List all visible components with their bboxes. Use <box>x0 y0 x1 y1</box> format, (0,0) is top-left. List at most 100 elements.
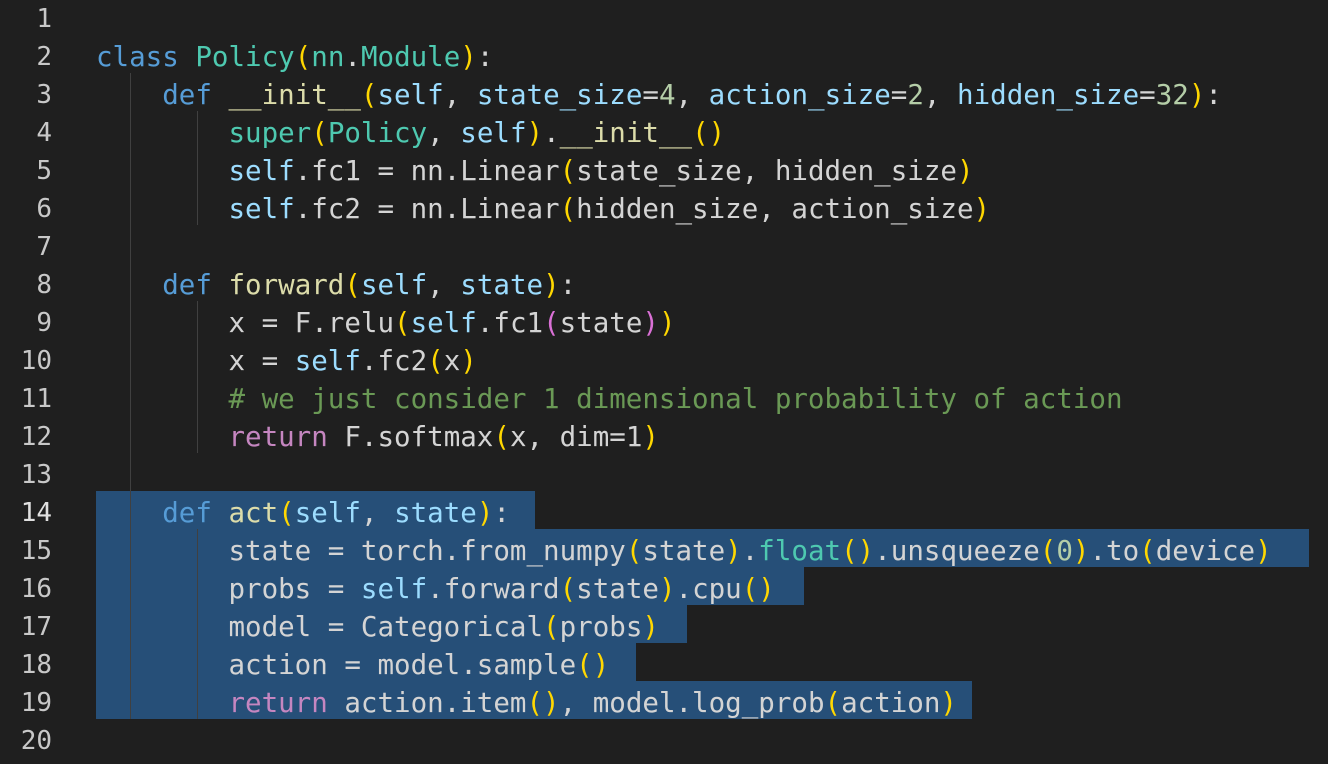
code-text[interactable]: probs = self.forward(state).cpu() <box>96 570 775 608</box>
code-token: () <box>692 117 726 149</box>
code-token: , <box>427 269 461 301</box>
code-text[interactable]: self.fc2 = nn.Linear(hidden_size, action… <box>96 190 990 228</box>
code-token: 4 <box>658 79 676 111</box>
code-token: ) <box>725 535 742 567</box>
code-line[interactable]: 16 probs = self.forward(state).cpu() <box>0 570 1328 608</box>
code-line[interactable]: 5 self.fc1 = nn.Linear(state_size, hidde… <box>0 152 1328 190</box>
code-text[interactable]: def __init__(self, state_size=4, action_… <box>96 76 1222 114</box>
code-token: , <box>675 79 709 111</box>
code-text[interactable]: action = model.sample() <box>96 646 609 684</box>
code-line[interactable]: 4 super(Policy, self).__init__() <box>0 114 1328 152</box>
code-line[interactable]: 6 self.fc2 = nn.Linear(hidden_size, acti… <box>0 190 1328 228</box>
code-token: ) <box>658 573 676 605</box>
code-line[interactable]: 14 def act(self, state): <box>0 494 1328 532</box>
line-number: 1 <box>36 4 52 34</box>
code-token: __init__ <box>228 79 361 111</box>
code-text[interactable]: model = Categorical(probs) <box>96 608 659 646</box>
code-token: ( <box>543 611 560 643</box>
code-token: state <box>460 269 544 301</box>
code-token: .forward <box>427 573 560 605</box>
code-token: # we just consider 1 dimensional probabi… <box>228 383 1123 415</box>
code-token: . <box>344 41 361 73</box>
code-token: ( <box>1139 535 1156 567</box>
code-token: , <box>923 79 958 111</box>
code-text[interactable]: class Policy(nn.Module): <box>96 38 493 76</box>
code-line[interactable]: 12 return F.softmax(x, dim=1) <box>0 418 1328 456</box>
line-number: 18 <box>20 650 52 680</box>
code-token: forward <box>228 269 345 301</box>
code-line[interactable]: 18 action = model.sample() <box>0 646 1328 684</box>
code-token: class <box>96 41 179 73</box>
code-line[interactable]: 11 # we just consider 1 dimensional prob… <box>0 380 1328 418</box>
code-line[interactable]: 7 <box>0 228 1328 266</box>
code-token: x, dim=1 <box>509 421 643 453</box>
line-number: 3 <box>36 80 52 110</box>
code-token: , <box>360 497 395 529</box>
code-token: def <box>162 497 212 529</box>
code-line[interactable]: 20 <box>0 722 1328 760</box>
code-text[interactable]: x = self.fc2(x) <box>96 342 476 380</box>
code-token: state = torch.from_numpy <box>228 535 626 567</box>
line-number: 5 <box>36 156 52 186</box>
code-token: ) <box>973 193 991 225</box>
code-token: ( <box>625 535 643 567</box>
code-line[interactable]: 9 x = F.relu(self.fc1(state)) <box>0 304 1328 342</box>
code-text[interactable]: self.fc1 = nn.Linear(state_size, hidden_… <box>96 152 973 190</box>
code-token: hidden_size <box>957 79 1140 111</box>
code-token: action = model.sample <box>228 649 577 681</box>
code-line[interactable]: 2 class Policy(nn.Module): <box>0 38 1328 76</box>
code-token: ) <box>642 611 659 643</box>
code-line[interactable]: 13 <box>0 456 1328 494</box>
code-text[interactable]: x = F.relu(self.fc1(state)) <box>96 304 675 342</box>
code-line[interactable]: 17 model = Categorical(probs) <box>0 608 1328 646</box>
code-line[interactable]: 3 def __init__(self, state_size=4, actio… <box>0 76 1328 114</box>
code-line[interactable]: 19 return action.item(), model.log_prob(… <box>0 684 1328 722</box>
code-token: = <box>642 79 659 111</box>
code-line[interactable]: 1 <box>0 0 1328 38</box>
code-token: self <box>377 79 444 111</box>
code-line[interactable]: 8 def forward(self, state): <box>0 266 1328 304</box>
code-editor[interactable]: 1 2 class Policy(nn.Module): 3 def __init__… <box>0 0 1328 764</box>
line-number: 13 <box>20 460 52 490</box>
code-line[interactable]: 10 x = self.fc2(x) <box>0 342 1328 380</box>
code-text[interactable]: super(Policy, self).__init__() <box>96 114 725 152</box>
code-token: ( <box>427 345 444 377</box>
code-text[interactable]: # we just consider 1 dimensional probabi… <box>96 380 1123 418</box>
code-token: ( <box>344 269 361 301</box>
code-token: ( <box>360 79 378 111</box>
code-token: = <box>890 79 908 111</box>
code-token: state_size <box>476 79 643 111</box>
code-text[interactable]: def forward(self, state): <box>96 266 576 304</box>
code-text[interactable]: def act(self, state): <box>96 494 510 532</box>
code-token: ) <box>1072 535 1090 567</box>
code-token: action_size <box>708 79 891 111</box>
line-number: 10 <box>20 346 52 376</box>
code-token: () <box>741 573 775 605</box>
line-number: 2 <box>36 42 52 72</box>
code-token: , <box>443 79 477 111</box>
code-token: ( <box>294 41 312 73</box>
code-token: ( <box>278 497 295 529</box>
line-number: 8 <box>36 270 52 300</box>
code-token: ) <box>642 421 659 453</box>
code-token: act <box>228 497 279 529</box>
code-text[interactable]: state = torch.from_numpy(state).float().… <box>96 532 1271 570</box>
code-text[interactable]: return action.item(), model.log_prob(act… <box>96 684 957 722</box>
code-token: Module <box>360 41 461 73</box>
code-token: ( <box>1039 535 1057 567</box>
code-token: = <box>1139 79 1156 111</box>
code-text[interactable]: return F.softmax(x, dim=1) <box>96 418 659 456</box>
code-line[interactable]: 15 state = torch.from_numpy(state).float… <box>0 532 1328 570</box>
code-token: hidden_size, action_size <box>576 193 974 225</box>
